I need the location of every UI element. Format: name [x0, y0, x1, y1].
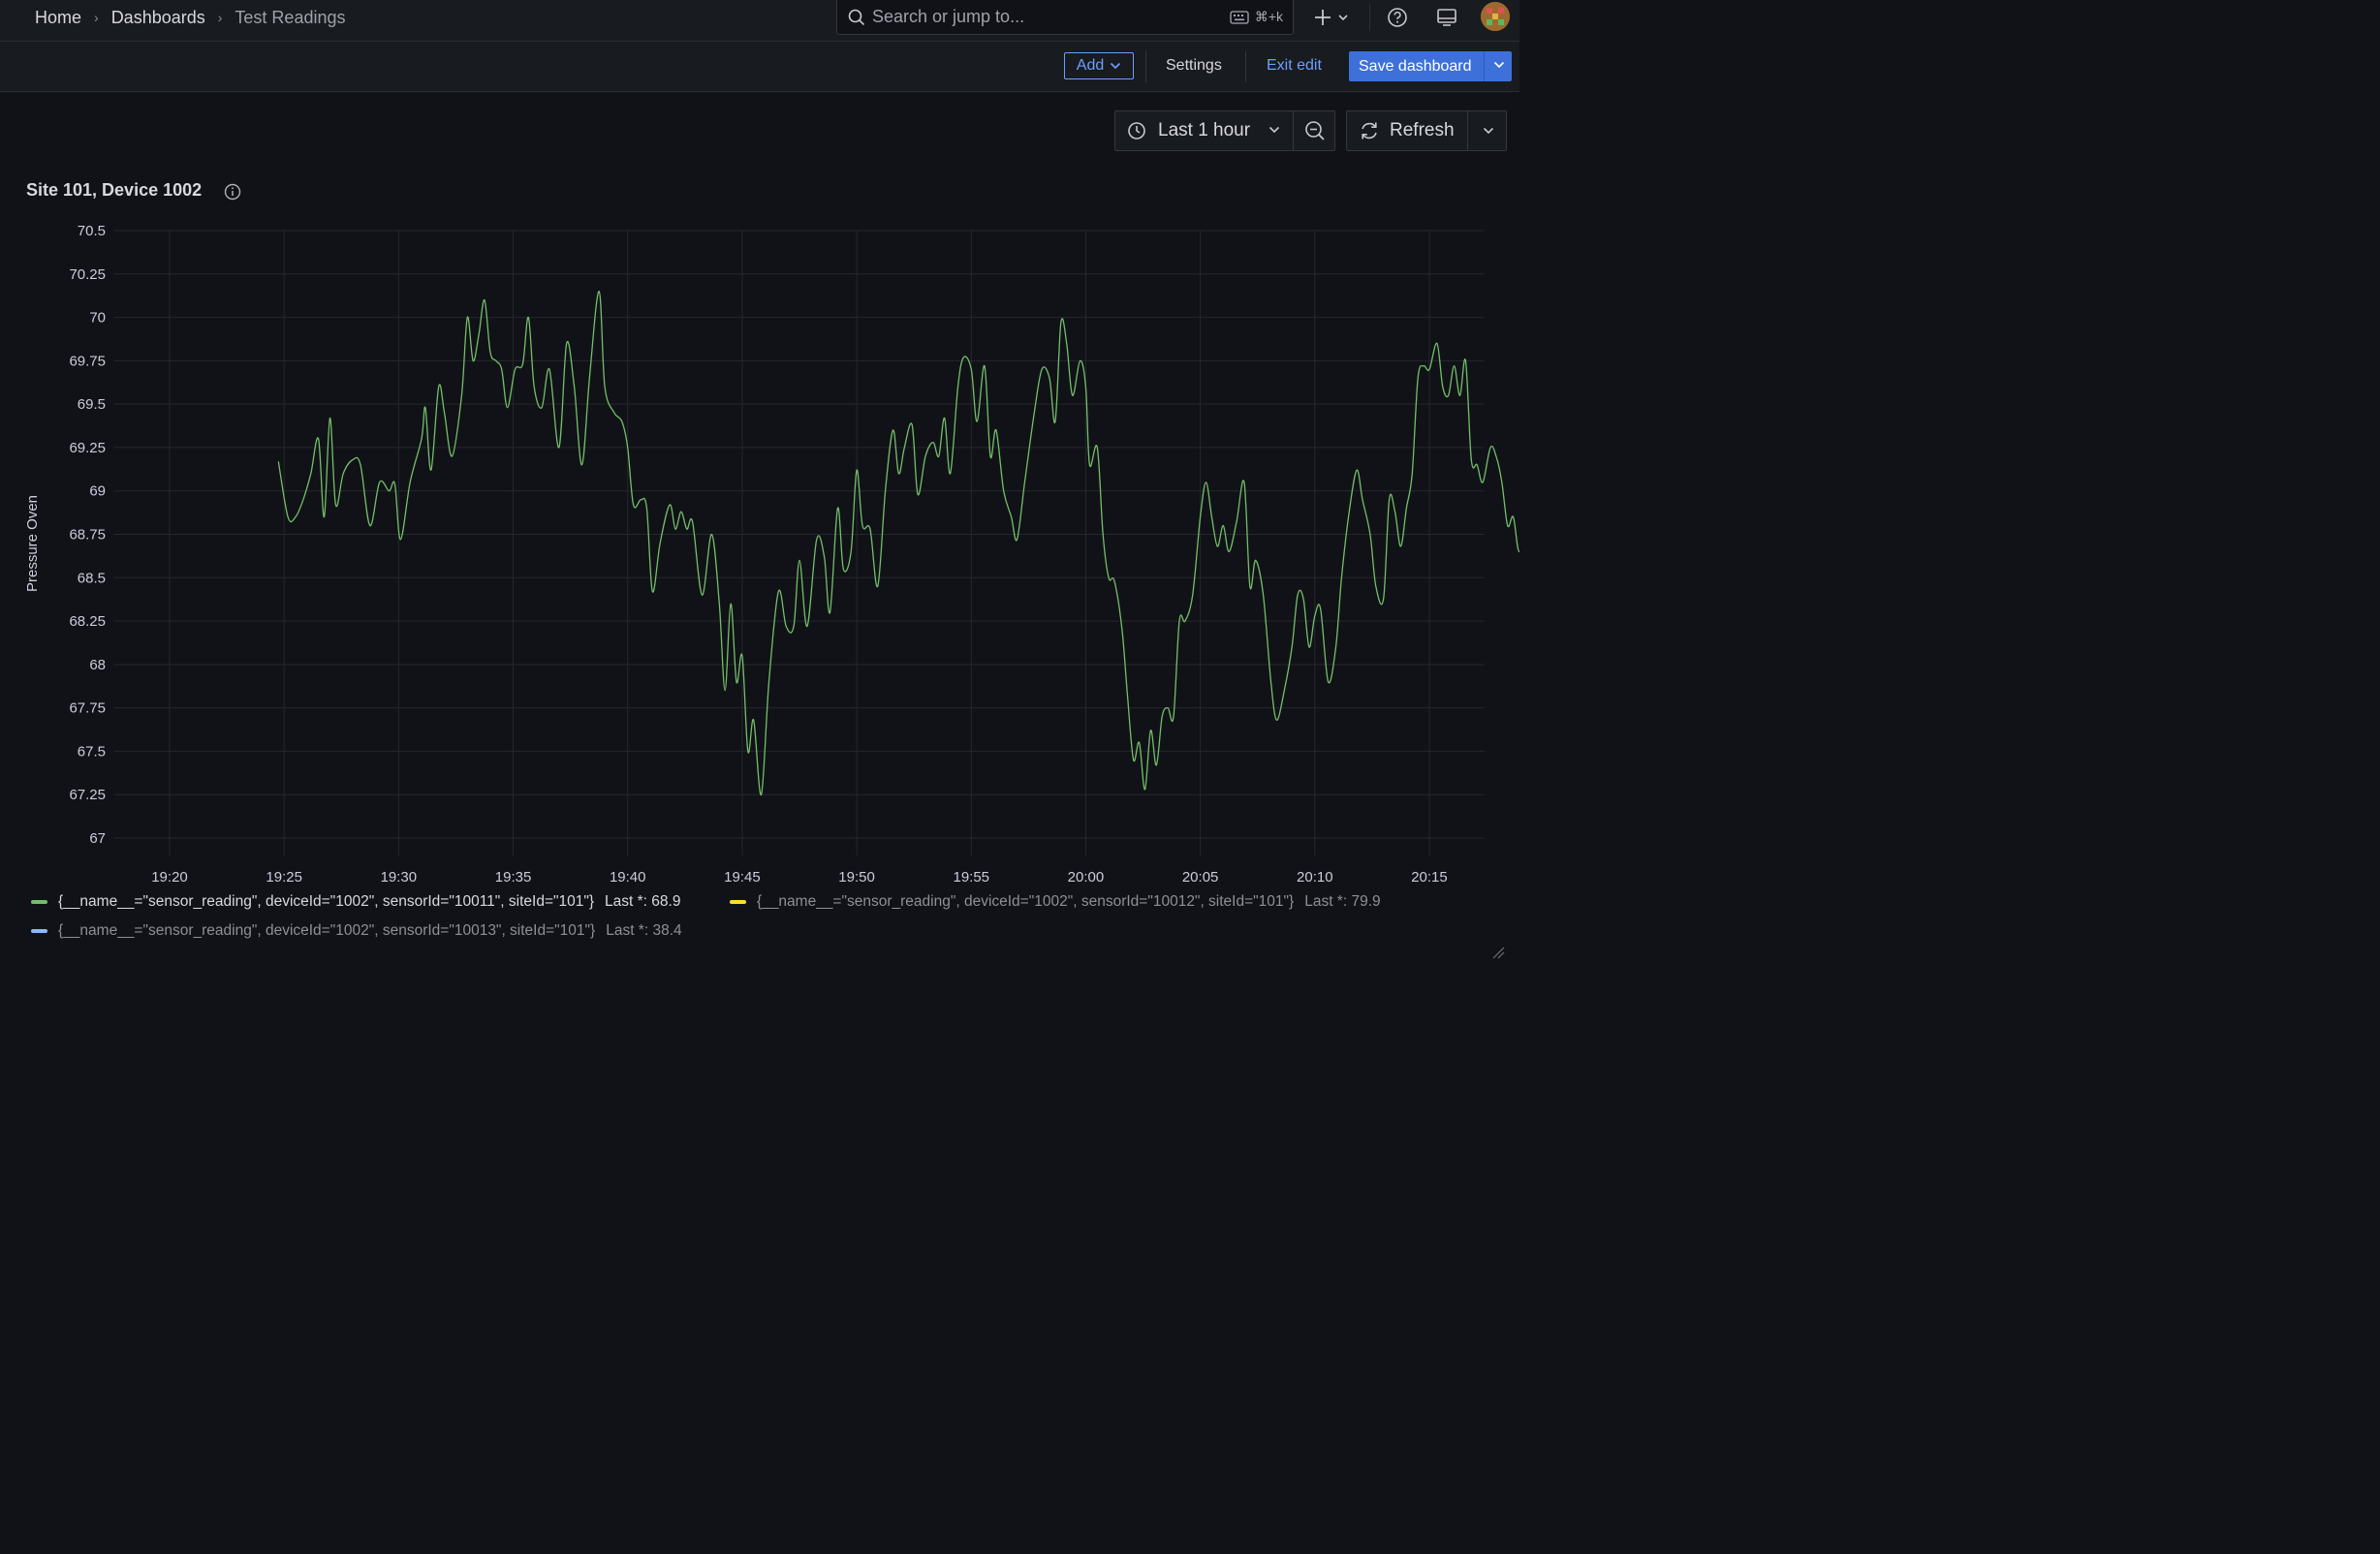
info-icon[interactable] [224, 183, 241, 201]
time-series-chart[interactable]: 70.5 70.25 70 69.75 69.5 69.25 69 68.75 68.5 68.2… [0, 213, 1519, 891]
kiosk-monitor-icon[interactable] [1435, 6, 1458, 29]
y-tick-label: 70.25 [69, 266, 106, 283]
chart-series [277, 291, 1519, 795]
y-axis-label: Pressure Oven [24, 495, 41, 592]
user-avatar-icon [1481, 2, 1510, 31]
x-tick-label: 19:50 [838, 869, 875, 886]
y-tick-label: 67 [89, 830, 106, 847]
breadcrumb-dashboards[interactable]: Dashboards [111, 8, 205, 28]
settings-button[interactable]: Settings [1154, 52, 1234, 79]
legend-item[interactable]: {__name__="sensor_reading", deviceId="10… [31, 893, 680, 911]
y-tick-label: 68.75 [69, 527, 106, 544]
y-axis-ticks: 70.5 70.25 70 69.75 69.5 69.25 69 68.75 68.5 68.2… [69, 223, 106, 847]
y-tick-label: 69.25 [69, 440, 106, 456]
legend-last-value: Last *: 79.9 [1304, 893, 1381, 910]
time-range-label: Last 1 hour [1158, 120, 1251, 140]
x-tick-label: 20:00 [1068, 869, 1105, 886]
x-axis-ticks: 19:20 19:25 19:30 19:35 19:40 19:45 19:50 19:55… [151, 869, 1448, 886]
y-tick-label: 69.75 [69, 353, 106, 369]
y-tick-label: 68.5 [78, 570, 106, 586]
legend-series-name: {__name__="sensor_reading", deviceId="10… [757, 893, 1295, 910]
legend-series-name: {__name__="sensor_reading", deviceId="10… [58, 922, 596, 939]
search-icon [848, 9, 865, 26]
breadcrumb-chevron-icon: › [94, 10, 99, 25]
time-range-picker: Last 1 hour [1114, 110, 1335, 151]
y-tick-label: 68.25 [69, 613, 106, 630]
x-tick-label: 19:40 [610, 869, 646, 886]
refresh-icon [1362, 122, 1377, 140]
zoom-out-icon [1305, 121, 1325, 140]
legend-last-value: Last *: 38.4 [606, 922, 682, 939]
clock-icon [1128, 122, 1145, 140]
add-button-label: Add [1076, 57, 1105, 74]
shortcut-text: ⌘+k [1254, 9, 1283, 24]
search-input[interactable]: Search or jump to... ⌘+k [836, 0, 1294, 35]
legend-last-value: Last *: 68.9 [605, 893, 681, 910]
chevron-down-icon [1268, 126, 1280, 134]
x-tick-label: 19:20 [151, 869, 188, 886]
chevron-down-icon [1111, 62, 1121, 70]
y-tick-label: 69.5 [78, 396, 106, 413]
x-tick-label: 19:30 [381, 869, 418, 886]
save-button-divider [1484, 51, 1485, 81]
breadcrumb-home[interactable]: Home [35, 8, 81, 28]
refresh-interval-dropdown[interactable] [1467, 111, 1508, 150]
chevron-down-icon [1483, 127, 1493, 135]
y-tick-label: 70 [89, 310, 106, 326]
save-dashboard-button[interactable]: Save dashboard [1349, 51, 1512, 81]
zoom-out-button[interactable] [1293, 111, 1336, 150]
legend-item[interactable]: {__name__="sensor_reading", deviceId="10… [31, 922, 682, 940]
refresh-button[interactable]: Refresh [1347, 111, 1467, 150]
legend-swatch [31, 900, 47, 904]
resize-handle-icon[interactable] [1490, 945, 1506, 960]
avatar[interactable] [1481, 2, 1510, 31]
chevron-down-icon[interactable] [1492, 60, 1506, 70]
refresh-label: Refresh [1390, 120, 1455, 140]
breadcrumb-current: Test Readings [235, 7, 346, 27]
y-tick-label: 67.25 [69, 787, 106, 803]
breadcrumb-chevron-icon: › [217, 10, 223, 25]
x-tick-label: 20:15 [1411, 869, 1448, 886]
help-icon[interactable] [1386, 6, 1409, 29]
top-bar: Home › Dashboards › Test Readings Search… [0, 0, 1519, 42]
save-dashboard-label: Save dashboard [1359, 57, 1472, 75]
y-tick-label: 70.5 [78, 223, 106, 239]
new-plus-icon[interactable] [1312, 6, 1351, 29]
legend-swatch [31, 929, 47, 933]
refresh-picker: Refresh [1346, 110, 1507, 151]
legend-item[interactable]: {__name__="sensor_reading", deviceId="10… [730, 893, 1381, 911]
breadcrumb: Home › Dashboards › Test Readings [35, 0, 346, 35]
y-tick-label: 67.75 [69, 700, 106, 717]
x-tick-label: 19:45 [724, 869, 761, 886]
series-line[interactable] [277, 291, 1519, 795]
x-tick-label: 19:25 [266, 869, 302, 886]
chart-grid [114, 230, 1485, 855]
time-range-button[interactable]: Last 1 hour [1115, 111, 1292, 150]
search-placeholder: Search or jump to... [872, 7, 1025, 26]
toolbar-divider [1245, 51, 1246, 82]
y-tick-label: 69 [89, 483, 106, 500]
x-tick-label: 19:35 [495, 869, 532, 886]
add-button[interactable]: Add [1064, 52, 1134, 79]
legend-series-name: {__name__="sensor_reading", deviceId="10… [58, 893, 595, 910]
x-tick-label: 20:10 [1297, 869, 1333, 886]
y-tick-label: 67.5 [78, 743, 106, 760]
dashboard-edit-toolbar: Add Settings Exit edit Save dashboard [0, 42, 1519, 92]
panel-title[interactable]: Site 101, Device 1002 [26, 180, 202, 201]
x-tick-label: 19:55 [953, 869, 989, 886]
legend-swatch [730, 900, 746, 904]
exit-edit-button[interactable]: Exit edit [1257, 52, 1331, 79]
keyboard-icon [1230, 10, 1249, 24]
y-tick-label: 68 [89, 657, 106, 673]
keyboard-shortcut: ⌘+k [1230, 9, 1283, 25]
x-tick-label: 20:05 [1182, 869, 1219, 886]
toolbar-divider [1369, 4, 1370, 31]
toolbar-divider [1145, 51, 1146, 82]
